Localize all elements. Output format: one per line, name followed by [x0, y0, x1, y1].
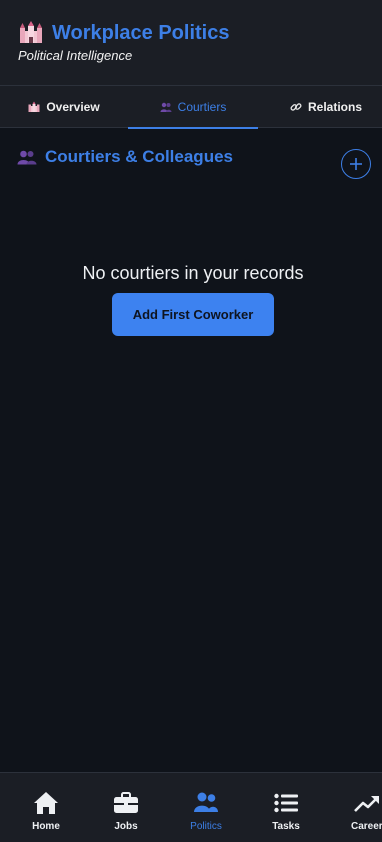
app-root: Workplace Politics Political Intelligenc… — [0, 0, 382, 842]
plus-icon — [350, 158, 362, 170]
nav-label: Tasks — [272, 821, 300, 832]
nav-politics[interactable]: Politics — [176, 773, 236, 842]
tab-label: Relations — [308, 100, 363, 114]
tab-label: Overview — [46, 100, 100, 114]
nav-label: Politics — [190, 821, 222, 832]
nav-label: Career — [351, 821, 382, 832]
empty-state-message: No courtiers in your records — [82, 263, 304, 283]
title-row: Workplace Politics — [18, 20, 229, 46]
app-title: Workplace Politics — [52, 21, 230, 44]
nav-label: Home — [32, 821, 60, 832]
add-courtier-button[interactable] — [341, 149, 371, 179]
people-icon — [160, 102, 172, 112]
bottom-nav: Home Jobs Politics Tasks Career — [0, 772, 382, 842]
people-icon — [194, 792, 218, 812]
castle-icon — [28, 101, 40, 112]
section-header: Courtiers & Colleagues — [17, 147, 233, 167]
section-title: Courtiers & Colleagues — [45, 147, 233, 166]
nav-label: Jobs — [114, 821, 138, 832]
home-icon — [34, 792, 58, 814]
castle-icon — [20, 21, 42, 43]
link-icon — [290, 103, 302, 111]
list-icon — [274, 793, 298, 813]
app-header: Workplace Politics Political Intelligenc… — [0, 0, 382, 86]
nav-career[interactable]: Career — [336, 773, 382, 842]
add-first-coworker-button[interactable]: Add First Coworker — [112, 293, 274, 336]
tab-bar: Overview Courtiers Relations — [0, 86, 382, 129]
tab-label: Courtiers — [177, 100, 227, 114]
people-icon — [17, 150, 37, 165]
tab-relations[interactable]: Relations — [258, 86, 382, 128]
nav-tasks[interactable]: Tasks — [256, 773, 316, 842]
briefcase-icon — [114, 792, 138, 813]
nav-jobs[interactable]: Jobs — [96, 773, 156, 842]
trend-up-icon — [354, 796, 379, 812]
tab-courtiers[interactable]: Courtiers — [128, 86, 258, 129]
nav-home[interactable]: Home — [16, 773, 76, 842]
app-subtitle: Political Intelligence — [18, 48, 133, 63]
tab-overview[interactable]: Overview — [0, 86, 128, 128]
